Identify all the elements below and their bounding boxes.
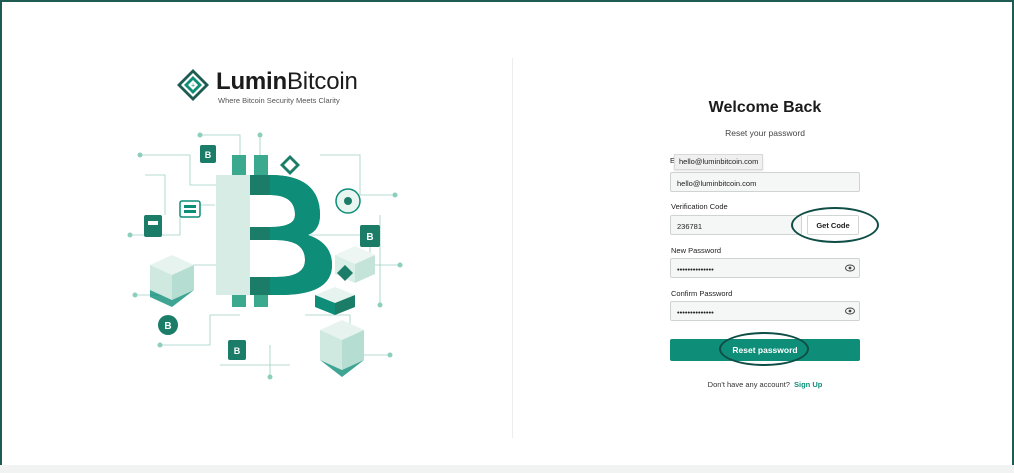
brand-name: LuminBitcoin <box>216 68 358 95</box>
signup-link[interactable]: Sign Up <box>794 380 822 389</box>
new-password-input[interactable] <box>671 260 859 279</box>
confirm-password-input[interactable] <box>671 303 859 322</box>
verification-code-input[interactable] <box>671 217 801 236</box>
confirm-password-label: Confirm Password <box>671 289 733 298</box>
eye-icon[interactable] <box>845 264 855 272</box>
panel-divider <box>512 58 513 438</box>
reset-password-button[interactable]: Reset password <box>670 339 860 361</box>
svg-text:B: B <box>205 150 212 160</box>
email-field[interactable] <box>670 172 860 193</box>
bottom-strip <box>0 465 1014 473</box>
page-subtitle: Reset your password <box>725 128 805 138</box>
eye-icon[interactable] <box>845 307 855 315</box>
svg-text:B: B <box>366 232 373 243</box>
confirm-password-field[interactable] <box>670 301 860 322</box>
bitcoin-illustration: B B B B <box>127 132 403 380</box>
email-autofill-suggestion[interactable]: hello@luminbitcoin.com <box>674 154 764 170</box>
new-password-label: New Password <box>671 246 722 255</box>
diamond-logo-icon: + <box>177 69 209 101</box>
svg-text:+: + <box>191 83 195 90</box>
verification-code-field[interactable] <box>670 215 802 236</box>
brand-tagline: Where Bitcoin Security Meets Clarity <box>218 96 340 105</box>
page-title: Welcome Back <box>708 99 822 116</box>
email-input[interactable] <box>671 174 859 193</box>
signup-prompt-text: Don't have any account? <box>707 380 790 389</box>
get-code-button[interactable]: Get Code <box>807 215 859 235</box>
svg-text:B: B <box>234 346 241 356</box>
verification-code-label: Verification Code <box>671 202 728 211</box>
new-password-field[interactable] <box>670 258 860 279</box>
svg-text:B: B <box>164 321 171 332</box>
signup-prompt: Don't have any account? Sign Up <box>670 380 860 389</box>
